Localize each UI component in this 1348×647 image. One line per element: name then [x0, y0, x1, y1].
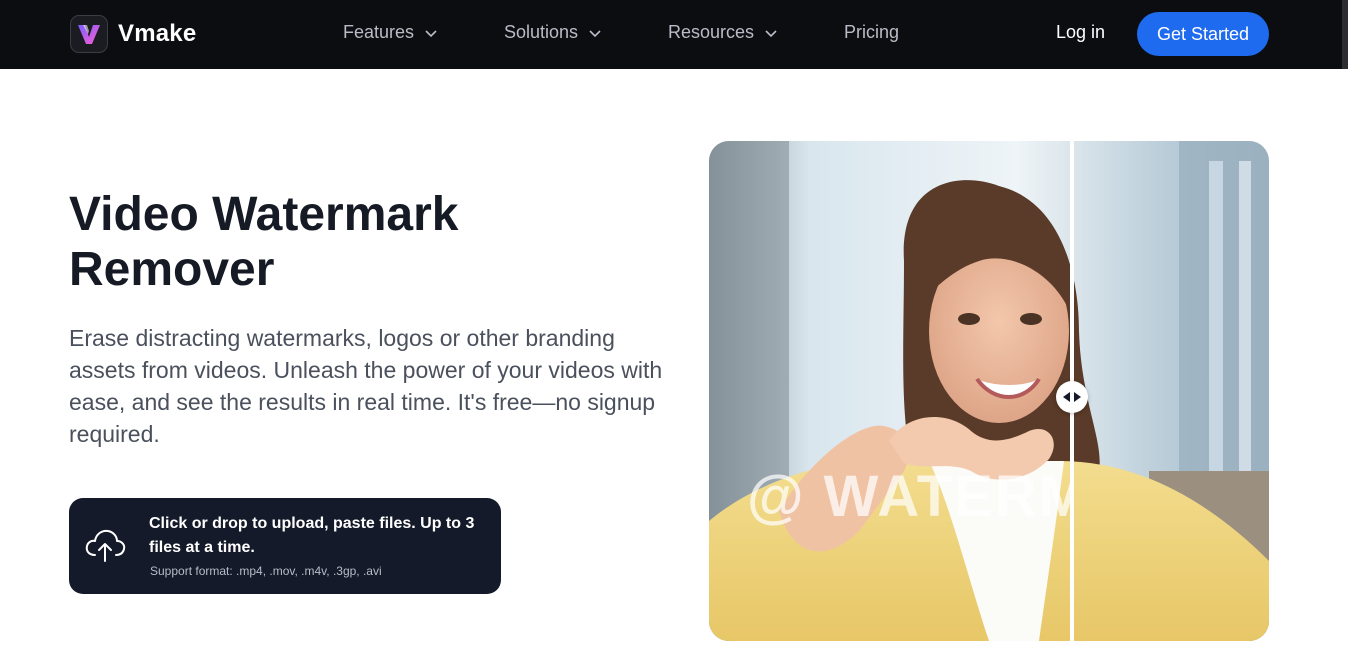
- nav-pricing-label: Pricing: [844, 22, 900, 42]
- scrollbar-track[interactable]: [1342, 0, 1348, 69]
- chevron-down-icon: [589, 29, 601, 37]
- get-started-button[interactable]: Get Started: [1137, 12, 1269, 56]
- page-title-line1: Video Watermark: [69, 188, 459, 241]
- hero-description: Erase distracting watermarks, logos or o…: [69, 325, 663, 447]
- nav-solutions[interactable]: Solutions: [504, 22, 602, 43]
- chevron-down-icon: [425, 29, 437, 37]
- chevron-down-icon: [765, 29, 777, 37]
- watermark-overlay: @ WATERMARK: [747, 464, 1071, 529]
- compare-arrows-icon: [1063, 392, 1081, 402]
- login-link[interactable]: Log in: [1056, 22, 1105, 43]
- before-after-preview: @ WATERMARK: [709, 141, 1269, 641]
- upload-dropzone[interactable]: Click or drop to upload, paste files. Up…: [69, 498, 501, 594]
- top-nav: Vmake Features Solutions Resources Prici…: [0, 0, 1348, 69]
- nav-solutions-label: Solutions: [504, 22, 579, 42]
- preview-illustration: [709, 141, 1269, 641]
- supported-formats: Support format: .mp4, .mov, .m4v, .3gp, …: [150, 564, 382, 578]
- upload-instructions: Click or drop to upload, paste files. Up…: [149, 515, 475, 556]
- vmake-logo-icon: [70, 15, 108, 53]
- nav-features-label: Features: [343, 22, 415, 42]
- cloud-upload-icon: [85, 529, 126, 562]
- page-title: Video Watermark Remover: [69, 187, 629, 297]
- nav-resources-label: Resources: [668, 22, 755, 42]
- nav-pricing[interactable]: Pricing: [844, 22, 899, 43]
- page-title-line2: Remover: [69, 243, 275, 296]
- brand-logo[interactable]: Vmake: [70, 15, 196, 53]
- nav-resources[interactable]: Resources: [668, 22, 778, 43]
- compare-slider-handle[interactable]: [1056, 381, 1088, 413]
- brand-name: Vmake: [118, 20, 197, 47]
- nav-features[interactable]: Features: [343, 22, 438, 43]
